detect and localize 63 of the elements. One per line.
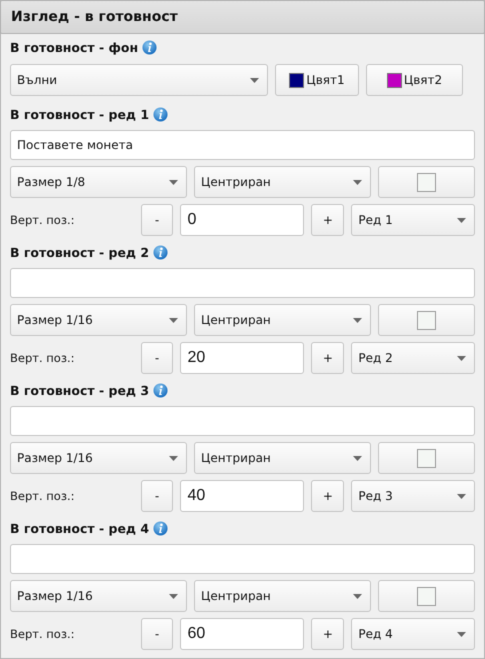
position-field[interactable]: 40 bbox=[180, 480, 304, 512]
alignment-dropdown[interactable]: Центриран bbox=[194, 304, 371, 336]
caret-icon bbox=[250, 78, 259, 82]
color-button[interactable] bbox=[378, 166, 475, 198]
increment-button[interactable]: + bbox=[311, 342, 344, 374]
caret-icon bbox=[169, 456, 178, 460]
decrement-button[interactable]: - bbox=[140, 618, 174, 650]
caret-icon bbox=[456, 356, 466, 360]
info-icon[interactable] bbox=[142, 40, 158, 54]
info-icon[interactable] bbox=[153, 382, 168, 398]
color-button[interactable] bbox=[378, 304, 475, 336]
caret-icon bbox=[456, 218, 466, 222]
caret-icon bbox=[353, 180, 362, 184]
alignment-dropdown[interactable]: Центриран bbox=[194, 580, 371, 612]
position-field[interactable]: 60 bbox=[180, 618, 304, 650]
decrement-button[interactable]: - bbox=[140, 204, 174, 236]
row-dropdown[interactable]: Ред 2 bbox=[351, 342, 475, 374]
color-button[interactable]: Цвят1 bbox=[275, 64, 359, 96]
row-dropdown[interactable]: Ред 1 bbox=[351, 204, 475, 236]
caret-icon bbox=[353, 594, 362, 598]
section-label: В готовност - ред 3 bbox=[10, 382, 150, 398]
section-label: В готовност - фон bbox=[10, 40, 138, 54]
text-field[interactable] bbox=[10, 406, 475, 436]
position-label: Верт. поз.: bbox=[10, 351, 76, 365]
caret-icon bbox=[169, 318, 178, 322]
row-dropdown[interactable]: Ред 3 bbox=[351, 480, 475, 512]
size-dropdown[interactable]: Размер 1/16 bbox=[10, 304, 187, 336]
background-dropdown[interactable]: Вълни bbox=[10, 64, 268, 96]
color-button[interactable] bbox=[378, 442, 475, 474]
caret-icon bbox=[456, 632, 466, 636]
increment-button[interactable]: + bbox=[311, 480, 344, 512]
position-field[interactable]: 0 bbox=[180, 204, 304, 236]
decrement-button[interactable]: - bbox=[140, 342, 174, 374]
panel-header: Изглед - в готовност bbox=[0, 0, 485, 34]
info-icon[interactable] bbox=[153, 520, 168, 536]
caret-icon bbox=[169, 594, 178, 598]
caret-icon bbox=[353, 318, 362, 322]
text-field[interactable] bbox=[10, 268, 475, 298]
caret-icon bbox=[456, 494, 466, 498]
position-label: Верт. поз.: bbox=[10, 213, 76, 227]
text-field[interactable]: Поставете монета bbox=[10, 130, 475, 160]
alignment-dropdown[interactable]: Центриран bbox=[194, 442, 371, 474]
section-label: В готовност - ред 1 bbox=[10, 106, 150, 122]
color-button[interactable] bbox=[378, 580, 475, 612]
size-dropdown[interactable]: Размер 1/8 bbox=[10, 166, 187, 198]
row-dropdown[interactable]: Ред 4 bbox=[351, 618, 475, 650]
caret-icon bbox=[169, 180, 178, 184]
caret-icon bbox=[353, 456, 362, 460]
position-field[interactable]: 20 bbox=[180, 342, 304, 374]
info-icon[interactable] bbox=[153, 244, 168, 260]
alignment-dropdown[interactable]: Центриран bbox=[194, 166, 371, 198]
position-label: Верт. поз.: bbox=[10, 489, 76, 503]
decrement-button[interactable]: - bbox=[140, 480, 174, 512]
info-icon[interactable] bbox=[153, 106, 168, 122]
size-dropdown[interactable]: Размер 1/16 bbox=[10, 580, 187, 612]
section-label: В готовност - ред 4 bbox=[10, 520, 150, 536]
section-label: В готовност - ред 2 bbox=[10, 244, 150, 260]
increment-button[interactable]: + bbox=[311, 204, 344, 236]
position-label: Верт. поз.: bbox=[10, 627, 76, 641]
text-field[interactable] bbox=[10, 544, 475, 574]
color-button[interactable]: Цвят2 bbox=[366, 64, 463, 96]
size-dropdown[interactable]: Размер 1/16 bbox=[10, 442, 187, 474]
increment-button[interactable]: + bbox=[311, 618, 344, 650]
